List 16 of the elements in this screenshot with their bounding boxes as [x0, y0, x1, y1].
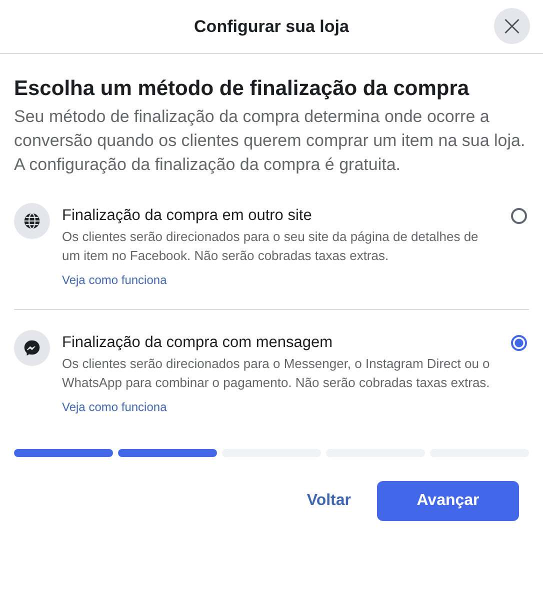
close-button[interactable]: ×	[494, 8, 530, 44]
option-description: Os clientes serão direcionados para o seu site da página de detalhes de um item no Facebook. Não serão cobradas taxas extras.	[62, 228, 480, 265]
help-link[interactable]: Veja como funciona	[62, 400, 167, 414]
dialog-title: Configurar sua loja	[194, 16, 349, 36]
radio-button[interactable]	[511, 335, 527, 351]
chat-bubble-icon	[14, 330, 50, 366]
description-text: Seu método de finalização da compra determina onde ocorre a conversão quando os clientes querem comprar um item na sua loja. A configuração da finalização da compra é gratuita.	[14, 106, 526, 176]
help-link[interactable]: Veja como funciona	[62, 273, 167, 287]
back-button[interactable]: Voltar	[290, 484, 367, 518]
section-heading: Escolha um método de finalização da compra	[14, 76, 470, 102]
globe-icon	[14, 203, 50, 239]
option-description: Os clientes serão direcionados para o Messenger, o Instagram Direct ou o WhatsApp para combinar o pagamento. Não serão cobradas taxas extras.	[62, 355, 491, 392]
option-title: Finalização da compra com mensagem	[62, 333, 334, 353]
option-title: Finalização da compra em outro site	[62, 206, 313, 226]
next-button[interactable]: Avançar	[377, 481, 519, 521]
radio-button[interactable]	[511, 208, 527, 224]
